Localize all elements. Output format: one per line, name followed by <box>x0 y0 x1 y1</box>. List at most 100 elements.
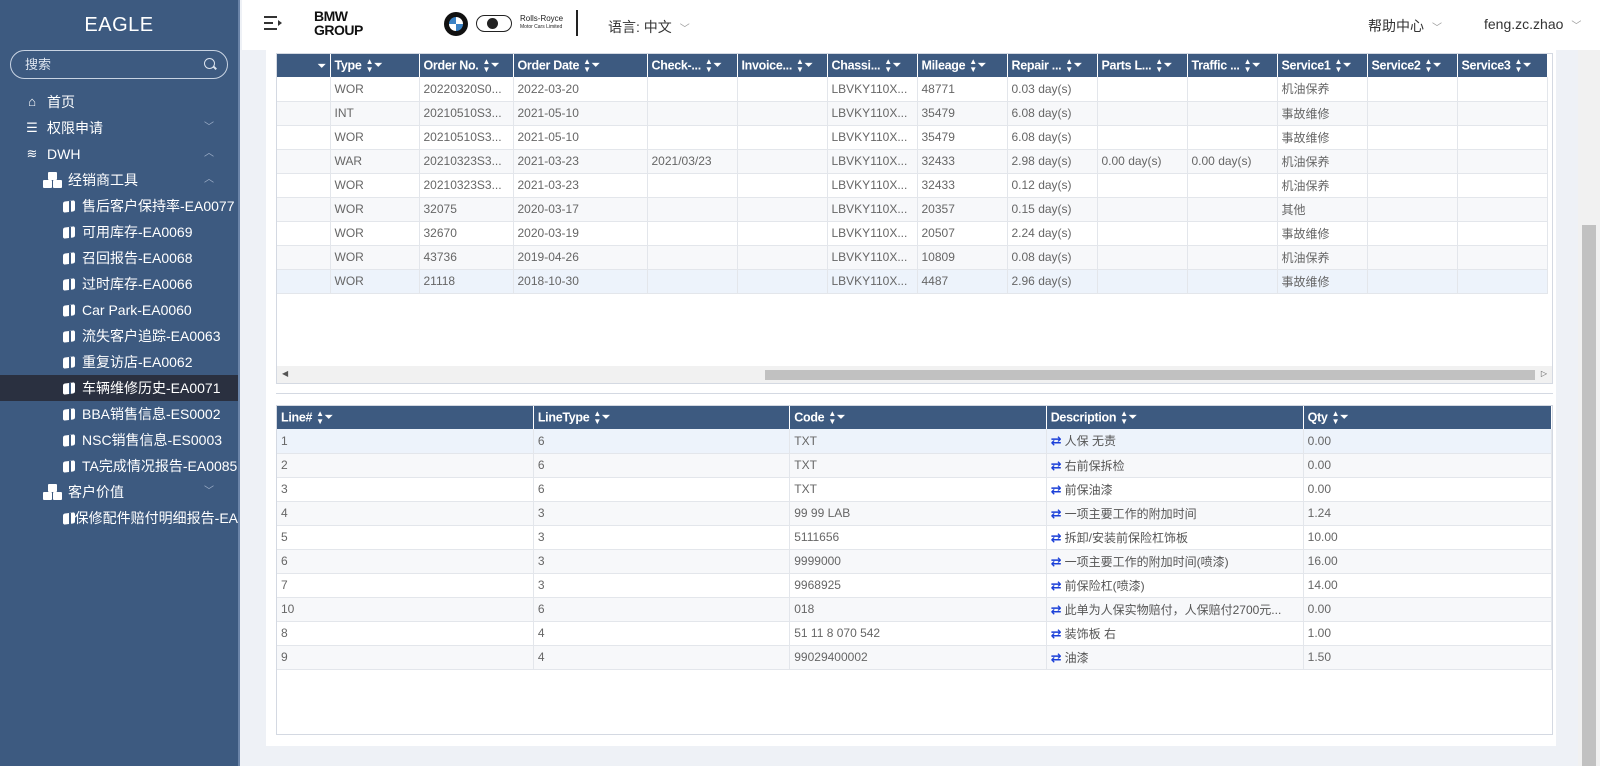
swap-icon[interactable]: ⇄ <box>1051 482 1062 498</box>
filter-icon[interactable]: ⏷ <box>592 60 600 71</box>
swap-icon[interactable]: ⇄ <box>1051 602 1062 618</box>
sort-icon[interactable]: ▲ ▼ <box>1155 57 1163 74</box>
filter-icon[interactable]: ⏷ <box>491 60 499 71</box>
table-row[interactable]: WOR 20210323S3... 2021-03-23 LBVKY110X... 32… <box>277 173 1548 198</box>
column-header[interactable]: Service3 ▲ ▼⏷ <box>1457 54 1548 77</box>
column-header[interactable]: Mileage ▲ ▼⏷ <box>917 54 1008 77</box>
column-header[interactable]: ▲▼⏷ <box>277 54 331 77</box>
search-input[interactable] <box>25 57 204 72</box>
table-row[interactable]: WAR 20210323S3... 2021-03-23 2021/03/23 LBVK… <box>277 149 1548 174</box>
column-header[interactable]: Invoice... ▲ ▼⏷ <box>737 54 828 77</box>
scroll-right-icon[interactable]: ▷ <box>1541 369 1547 378</box>
sidebar-item[interactable]: Car Park-EA0060 <box>0 297 238 323</box>
search-icon[interactable] <box>204 58 217 71</box>
filter-icon[interactable]: ⏷ <box>1164 60 1172 71</box>
sidebar-item[interactable]: 重复访店-EA0062 <box>0 349 238 375</box>
sidebar-item[interactable]: ≋ DWH ︿ <box>0 141 238 167</box>
filter-icon[interactable]: ⏷ <box>1523 60 1531 71</box>
column-header[interactable]: Repair ... ▲ ▼⏷ <box>1007 54 1098 77</box>
sidebar-item[interactable]: 过时库存-EA0066 <box>0 271 238 297</box>
page-vertical-scrollbar[interactable] <box>1578 50 1600 766</box>
table-row[interactable]: 10 6 018 ⇄ 此单为人保实物赔付，人保赔付2700元... 0.00 <box>277 597 1552 622</box>
sort-icon[interactable]: ▲ ▼ <box>583 57 591 74</box>
filter-icon[interactable]: ⏷ <box>978 60 986 71</box>
column-header[interactable]: Traffic ... ▲ ▼⏷ <box>1187 54 1278 77</box>
sidebar-item[interactable]: ⌂ 首页 <box>0 89 238 115</box>
sidebar-item[interactable]: 保修配件赔付明细报告-EA <box>0 505 238 531</box>
sidebar-item[interactable]: 召回报告-EA0068 <box>0 245 238 271</box>
table-row[interactable]: 8 4 51 11 8 070 542 ⇄ 装饰板 右 1.00 <box>277 621 1552 646</box>
horizontal-scrollbar[interactable]: ◀ ▷ <box>277 366 1552 383</box>
sort-icon[interactable]: ▲ ▼ <box>1244 57 1252 74</box>
filter-icon[interactable]: ⏷ <box>1340 412 1348 423</box>
sort-icon[interactable]: ▲ ▼ <box>1515 57 1523 74</box>
sort-icon[interactable]: ▲ ▼ <box>1065 57 1073 74</box>
menu-toggle-icon[interactable] <box>264 16 282 30</box>
table-row[interactable]: 6 3 9999000 ⇄ 一项主要工作的附加时间(喷漆) 16.00 <box>277 549 1552 574</box>
column-header[interactable]: Parts L... ▲ ▼⏷ <box>1097 54 1188 77</box>
filter-icon[interactable]: ⏷ <box>602 412 610 423</box>
sort-icon[interactable]: ▲ ▼ <box>1335 57 1343 74</box>
filter-icon[interactable]: ⏷ <box>805 60 813 71</box>
filter-icon[interactable]: ⏷ <box>1129 412 1137 423</box>
sidebar-item[interactable]: NSC销售信息-ES0003 <box>0 427 238 453</box>
table-row[interactable]: WOR 32075 2020-03-17 LBVKY110X... 20357 0.15 … <box>277 197 1548 222</box>
sort-icon[interactable]: ▲ ▼ <box>593 409 601 426</box>
sidebar-item[interactable]: 流失客户追踪-EA0063 <box>0 323 238 349</box>
sort-icon[interactable]: ▲ ▼ <box>1120 409 1128 426</box>
column-header[interactable]: Line# ▲ ▼⏷ <box>277 406 534 429</box>
scrollbar-thumb[interactable] <box>1582 225 1596 766</box>
sort-icon[interactable]: ▲ ▼ <box>1425 57 1433 74</box>
filter-icon[interactable]: ⏷ <box>714 60 722 71</box>
column-header[interactable]: LineType ▲ ▼⏷ <box>533 406 791 429</box>
table-row[interactable]: WOR 21118 2018-10-30 LBVKY110X... 4487 2.96 d… <box>277 269 1548 294</box>
table-row[interactable]: 3 6 TXT ⇄ 前保油漆 0.00 <box>277 477 1552 502</box>
table-row[interactable]: WOR 20210510S3... 2021-05-10 LBVKY110X... 35… <box>277 125 1548 150</box>
column-header[interactable]: Code ▲ ▼⏷ <box>789 406 1047 429</box>
filter-icon[interactable]: ⏷ <box>837 412 845 423</box>
sort-icon[interactable]: ▲ ▼ <box>796 57 804 74</box>
swap-icon[interactable]: ⇄ <box>1051 433 1062 449</box>
sidebar-item[interactable]: 可用库存-EA0069 <box>0 219 238 245</box>
sort-icon[interactable]: ▲ ▼ <box>316 409 324 426</box>
column-header[interactable]: Order Date ▲ ▼⏷ <box>513 54 648 77</box>
column-header[interactable]: Type ▲ ▼⏷ <box>330 54 420 77</box>
sidebar-item[interactable]: 客户价值 ﹀ <box>0 479 238 505</box>
table-row[interactable]: 4 3 99 99 LAB ⇄ 一项主要工作的附加时间 1.24 <box>277 501 1552 526</box>
filter-icon[interactable]: ⏷ <box>318 61 326 72</box>
filter-icon[interactable]: ⏷ <box>374 60 382 71</box>
sidebar-item[interactable]: 车辆维修历史-EA0071 <box>0 375 238 401</box>
swap-icon[interactable]: ⇄ <box>1051 530 1062 546</box>
column-header[interactable]: Order No. ▲ ▼⏷ <box>419 54 514 77</box>
swap-icon[interactable]: ⇄ <box>1051 626 1062 642</box>
sort-icon[interactable]: ▲ ▼ <box>884 57 892 74</box>
column-header[interactable]: Chassi... ▲ ▼⏷ <box>827 54 918 77</box>
sidebar-item[interactable]: BBA销售信息-ES0002 <box>0 401 238 427</box>
sort-icon[interactable]: ▲ ▼ <box>969 57 977 74</box>
scrollbar-thumb[interactable] <box>765 370 1535 380</box>
swap-icon[interactable]: ⇄ <box>1051 458 1062 474</box>
sidebar-item[interactable]: TA完成情况报告-EA0085 <box>0 453 238 479</box>
sidebar-item[interactable]: 售后客户保持率-EA0077 <box>0 193 238 219</box>
filter-icon[interactable]: ⏷ <box>893 60 901 71</box>
table-row[interactable]: 1 6 TXT ⇄ 人保 无责 0.00 <box>277 429 1552 454</box>
user-menu[interactable]: feng.zc.zhao ﹀ <box>1484 16 1581 32</box>
filter-icon[interactable]: ⏷ <box>325 412 333 423</box>
language-selector[interactable]: 语言: 中文 ﹀ <box>608 17 690 37</box>
swap-icon[interactable]: ⇄ <box>1051 506 1062 522</box>
table-row[interactable]: WOR 43736 2019-04-26 LBVKY110X... 10809 0.08 … <box>277 245 1548 270</box>
table-row[interactable]: 7 3 9968925 ⇄ 前保险杠(喷漆) 14.00 <box>277 573 1552 598</box>
sort-icon[interactable]: ▲ ▼ <box>705 57 713 74</box>
sort-icon[interactable]: ▲ ▼ <box>828 409 836 426</box>
sort-icon[interactable]: ▲ ▼ <box>366 57 374 74</box>
swap-icon[interactable]: ⇄ <box>1051 554 1062 570</box>
column-header[interactable]: Qty ▲ ▼⏷ <box>1303 406 1552 429</box>
filter-icon[interactable]: ⏷ <box>1074 60 1082 71</box>
table-row[interactable]: 9 4 99029400002 ⇄ 油漆 1.50 <box>277 645 1552 670</box>
filter-icon[interactable]: ⏷ <box>1433 60 1441 71</box>
column-header[interactable]: Check-... ▲ ▼⏷ <box>647 54 738 77</box>
help-center-menu[interactable]: 帮助中心 ﹀ <box>1368 16 1442 36</box>
swap-icon[interactable]: ⇄ <box>1051 578 1062 594</box>
table-row[interactable]: WOR 32670 2020-03-19 LBVKY110X... 20507 2.24 … <box>277 221 1548 246</box>
column-header[interactable]: Service2 ▲ ▼⏷ <box>1367 54 1458 77</box>
